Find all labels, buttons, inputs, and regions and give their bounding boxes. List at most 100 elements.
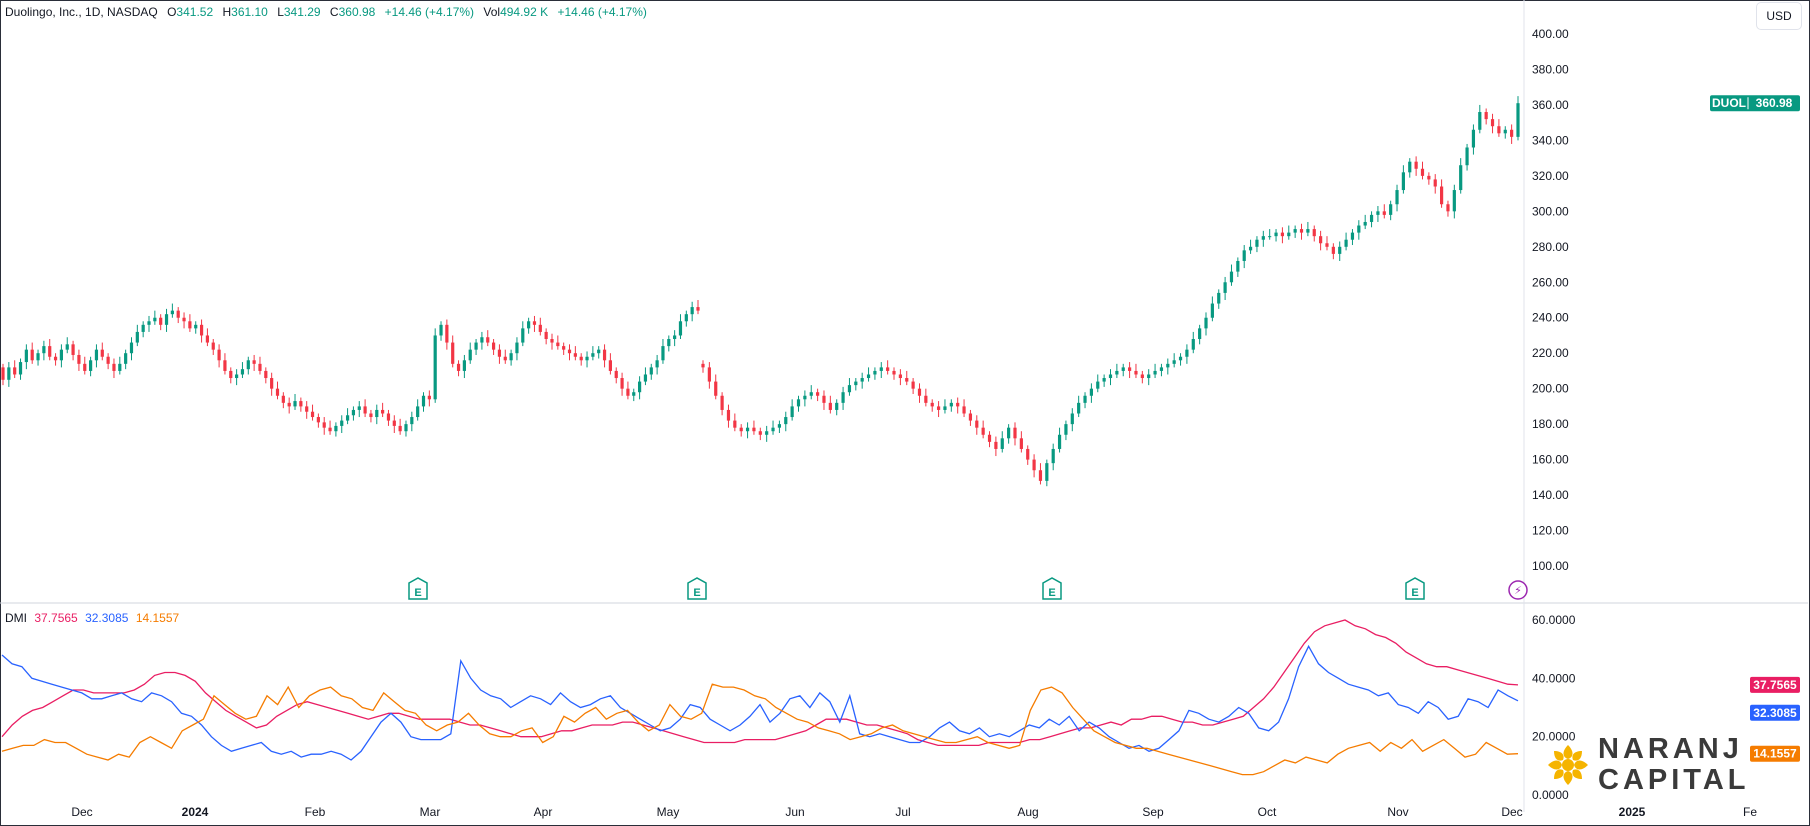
candle-body[interactable] — [1325, 243, 1329, 247]
candle-body[interactable] — [270, 378, 274, 389]
candle-body[interactable] — [1312, 229, 1316, 237]
candle-body[interactable] — [816, 392, 820, 396]
candle-body[interactable] — [1038, 470, 1043, 481]
candle-body[interactable] — [1319, 236, 1323, 244]
candle-body[interactable] — [987, 434, 992, 442]
candle-body[interactable] — [556, 342, 560, 347]
candle-body[interactable] — [567, 349, 572, 354]
candle-body[interactable] — [1287, 232, 1291, 237]
candle-body[interactable] — [784, 417, 788, 425]
candle-body[interactable] — [287, 402, 291, 407]
candle-body[interactable] — [643, 374, 648, 382]
candle-body[interactable] — [532, 321, 537, 325]
candle-body[interactable] — [1166, 363, 1170, 368]
candle-body[interactable] — [1408, 161, 1412, 173]
candle-body[interactable] — [345, 415, 350, 421]
candle-body[interactable] — [369, 413, 373, 418]
candle-body[interactable] — [1420, 168, 1425, 176]
candle-body[interactable] — [77, 354, 81, 364]
candle-body[interactable] — [1484, 112, 1488, 120]
candle-body[interactable] — [585, 356, 589, 361]
candle-body[interactable] — [1204, 317, 1208, 329]
candle-body[interactable] — [620, 378, 624, 389]
candle-body[interactable] — [1446, 204, 1450, 212]
candle-body[interactable] — [701, 363, 705, 368]
candle-body[interactable] — [118, 363, 122, 371]
candle-body[interactable] — [135, 331, 139, 343]
candle-body[interactable] — [614, 370, 618, 379]
candle-body[interactable] — [1147, 374, 1151, 379]
candle-body[interactable] — [65, 344, 69, 350]
candle-body[interactable] — [1414, 161, 1418, 169]
candle-body[interactable] — [1083, 395, 1087, 403]
candle-body[interactable] — [1096, 381, 1100, 389]
candle-body[interactable] — [637, 381, 642, 393]
candle-body[interactable] — [521, 328, 525, 343]
candle-body[interactable] — [803, 395, 807, 400]
candle-body[interactable] — [223, 360, 227, 371]
candle-body[interactable] — [456, 363, 461, 371]
candle-body[interactable] — [48, 346, 52, 357]
candle-body[interactable] — [1064, 424, 1068, 435]
candle-body[interactable] — [1510, 129, 1514, 137]
candle-body[interactable] — [53, 356, 58, 361]
candle-body[interactable] — [416, 406, 420, 418]
candle-body[interactable] — [1185, 349, 1189, 357]
candle-body[interactable] — [1452, 190, 1456, 212]
candle-body[interactable] — [771, 427, 775, 432]
candle-body[interactable] — [1159, 367, 1164, 371]
candle-body[interactable] — [497, 349, 502, 357]
candle-body[interactable] — [199, 324, 204, 336]
candle-body[interactable] — [720, 395, 724, 410]
candle-body[interactable] — [1433, 179, 1437, 187]
candle-body[interactable] — [18, 362, 23, 375]
candle-body[interactable] — [828, 402, 832, 410]
candle-body[interactable] — [707, 367, 711, 382]
candle-body[interactable] — [936, 406, 941, 410]
candle-body[interactable] — [1026, 448, 1030, 460]
candle-body[interactable] — [334, 425, 338, 432]
candle-body[interactable] — [275, 388, 280, 396]
candle-body[interactable] — [1051, 448, 1055, 464]
candle-body[interactable] — [1045, 463, 1049, 481]
candle-body[interactable] — [386, 413, 391, 421]
candle-body[interactable] — [1115, 370, 1119, 375]
candle-body[interactable] — [1217, 292, 1221, 304]
candle-body[interactable] — [975, 420, 979, 428]
candle-body[interactable] — [866, 374, 871, 379]
candle-body[interactable] — [1516, 103, 1520, 137]
candle-body[interactable] — [1198, 328, 1202, 340]
candle-body[interactable] — [59, 349, 64, 361]
candle-body[interactable] — [1140, 374, 1144, 379]
candle-body[interactable] — [1134, 370, 1138, 375]
candle-body[interactable] — [141, 324, 145, 332]
candle-body[interactable] — [322, 422, 326, 428]
candle-body[interactable] — [375, 409, 379, 418]
candle-body[interactable] — [491, 342, 496, 350]
candle-body[interactable] — [1248, 246, 1253, 251]
candle-body[interactable] — [258, 363, 262, 371]
symbol-title[interactable]: Duolingo, Inc., 1D, NASDAQ — [5, 5, 158, 19]
candle-body[interactable] — [1108, 374, 1113, 379]
candle-body[interactable] — [733, 420, 737, 428]
candle-body[interactable] — [316, 417, 320, 423]
candle-body[interactable] — [1395, 190, 1399, 205]
candle-body[interactable] — [696, 307, 700, 311]
candle-body[interactable] — [1102, 378, 1106, 382]
candle-body[interactable] — [527, 321, 531, 329]
candle-body[interactable] — [89, 360, 93, 371]
candle-body[interactable] — [1128, 367, 1132, 371]
candle-body[interactable] — [281, 395, 285, 403]
candle-body[interactable] — [602, 349, 607, 361]
candle-body[interactable] — [112, 363, 116, 371]
candle-body[interactable] — [153, 317, 157, 322]
candle-body[interactable] — [340, 420, 344, 426]
candle-body[interactable] — [1465, 147, 1469, 166]
candle-body[interactable] — [591, 353, 595, 357]
candle-body[interactable] — [147, 321, 151, 325]
candle-body[interactable] — [1089, 388, 1093, 396]
candle-body[interactable] — [188, 321, 192, 329]
candle-body[interactable] — [299, 401, 303, 407]
candle-body[interactable] — [1338, 246, 1342, 254]
candle-body[interactable] — [809, 392, 813, 396]
